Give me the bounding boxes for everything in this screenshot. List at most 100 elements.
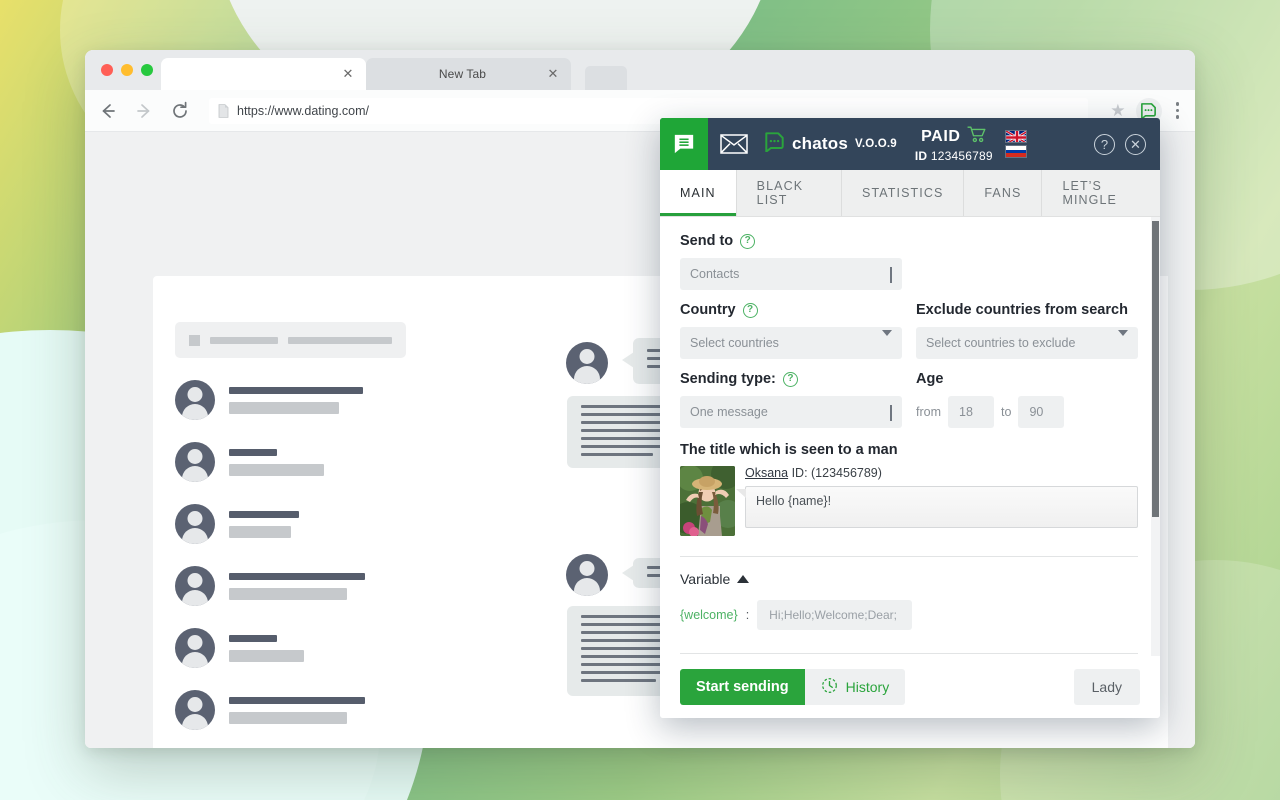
country-label-text: Country — [680, 302, 736, 318]
start-sending-button[interactable]: Start sending — [680, 669, 805, 705]
account-id: ID 123456789 — [915, 149, 993, 163]
panel-body: Send to ? Contacts Country ? Exclude cou… — [660, 217, 1160, 656]
list-item[interactable] — [153, 628, 428, 668]
skeleton-line — [229, 634, 277, 642]
shopping-cart-icon[interactable] — [966, 125, 987, 148]
profile-name-link[interactable]: Oksana — [745, 466, 788, 480]
age-from-input[interactable]: 18 — [948, 396, 994, 428]
list-item-text — [229, 696, 406, 724]
exclude-countries-placeholder: Select countries to exclude — [926, 336, 1076, 350]
help-icon[interactable]: ? — [742, 302, 758, 318]
message-section-title: The title which is seen to a man — [680, 442, 898, 458]
send-to-select[interactable]: Contacts — [680, 258, 902, 290]
close-icon[interactable]: ✕ — [1125, 133, 1146, 155]
chat-bubble-icon[interactable] — [660, 118, 708, 170]
flag-ru-icon[interactable] — [1004, 145, 1027, 158]
clock-history-icon — [821, 677, 838, 697]
browser-tab-active[interactable]: ✕ — [161, 58, 366, 90]
close-icon[interactable]: ✕ — [340, 66, 356, 82]
envelope-icon[interactable] — [708, 118, 760, 170]
list-item[interactable] — [153, 566, 428, 606]
message-right: Oksana ID: (123456789) Hello {name}! — [735, 466, 1138, 536]
language-flags[interactable] — [1004, 118, 1027, 170]
sending-type-select[interactable]: One message — [680, 396, 902, 428]
avatar — [566, 554, 608, 596]
brand-block: chatos V.O.O.9 — [760, 118, 897, 170]
list-item-text — [229, 510, 406, 538]
scrollbar[interactable] — [1151, 217, 1160, 656]
caret-up-icon[interactable] — [737, 575, 750, 583]
close-window-button[interactable] — [101, 64, 113, 76]
maximize-window-button[interactable] — [141, 64, 153, 76]
lady-button[interactable]: Lady — [1073, 669, 1140, 705]
panel-footer: Start sending History Lady — [660, 656, 1160, 718]
minimize-window-button[interactable] — [121, 64, 133, 76]
window-controls[interactable] — [95, 50, 161, 90]
age-to-label: to — [1001, 405, 1012, 419]
exclude-countries-select[interactable]: Select countries to exclude — [916, 327, 1138, 359]
message-textarea[interactable]: Hello {name}! — [745, 486, 1138, 528]
variables-heading[interactable]: Variable — [680, 571, 1138, 587]
close-icon[interactable]: ✕ — [545, 66, 561, 82]
tab-lets-mingle[interactable]: LET’S MINGLE — [1042, 170, 1160, 216]
list-item-text — [229, 572, 406, 600]
panel-header-actions: ? ✕ — [1094, 118, 1160, 170]
variable-value-input[interactable]: Hi;Hello;Welcome;Dear; — [757, 600, 913, 630]
account-status-block: PAID ID 123456789 — [915, 118, 993, 170]
bubble-tail — [622, 352, 634, 368]
country-select[interactable]: Select countries — [680, 327, 902, 359]
list-item-text — [229, 448, 406, 476]
flag-uk-icon[interactable] — [1004, 130, 1027, 143]
message-composer-block: Oksana ID: (123456789) Hello {name}! — [680, 466, 1138, 536]
message-input-wrap: Hello {name}! — [736, 486, 1138, 528]
skeleton-line — [229, 711, 347, 724]
help-icon[interactable]: ? — [740, 233, 756, 249]
tab-fans[interactable]: FANS — [964, 170, 1043, 216]
brand-version: V.O.O.9 — [855, 138, 897, 150]
scrollbar-thumb[interactable] — [1152, 221, 1159, 517]
skeleton-line — [229, 448, 277, 456]
kebab-menu-icon[interactable] — [1172, 102, 1184, 119]
history-button[interactable]: History — [804, 669, 906, 705]
sending-type-value: One message — [690, 405, 768, 419]
forward-arrow-icon[interactable] — [133, 100, 155, 122]
chevron-down-icon — [890, 405, 892, 421]
back-arrow-icon[interactable] — [97, 100, 119, 122]
address-bar-url: https://www.dating.com/ — [237, 103, 370, 118]
avatar — [175, 442, 215, 482]
reload-icon[interactable] — [169, 100, 191, 122]
skeleton-line — [229, 587, 347, 600]
tab-black-list[interactable]: BLACK LIST — [737, 170, 843, 216]
chevron-down-icon — [890, 267, 892, 283]
footer-button-group: Start sending History — [680, 669, 906, 705]
panel-tabs: MAIN BLACK LIST STATISTICS FANS LET’S MI… — [660, 170, 1160, 217]
age-to-input[interactable]: 90 — [1018, 396, 1065, 428]
page-document-icon — [218, 103, 229, 118]
skeleton-line — [229, 649, 304, 662]
list-item-text — [229, 634, 406, 662]
search-placeholder-skeleton[interactable] — [175, 322, 406, 358]
avatar — [566, 342, 608, 384]
tab-statistics[interactable]: STATISTICS — [842, 170, 965, 216]
skeleton-line — [229, 510, 299, 518]
new-tab-button[interactable] — [585, 66, 627, 90]
variable-separator: : — [745, 608, 750, 622]
status-badge: PAID — [921, 127, 961, 145]
star-icon[interactable]: ★ — [1110, 102, 1125, 119]
account-id-value: 123456789 — [930, 148, 993, 163]
help-icon[interactable]: ? — [1094, 133, 1115, 155]
send-to-value: Contacts — [690, 267, 740, 281]
list-item[interactable] — [153, 504, 428, 544]
paid-row: PAID — [921, 125, 987, 148]
list-item[interactable] — [153, 442, 428, 482]
help-icon[interactable]: ? — [782, 371, 798, 387]
skeleton-line — [229, 401, 339, 414]
age-from-label: from — [916, 405, 941, 419]
browser-tab-newtab[interactable]: New Tab ✕ — [366, 58, 571, 90]
list-item[interactable] — [153, 690, 428, 730]
skeleton-line — [229, 525, 291, 538]
avatar[interactable] — [680, 466, 735, 536]
list-item[interactable] — [153, 380, 428, 420]
bubble-tail — [736, 489, 746, 498]
tab-main[interactable]: MAIN — [660, 170, 737, 216]
